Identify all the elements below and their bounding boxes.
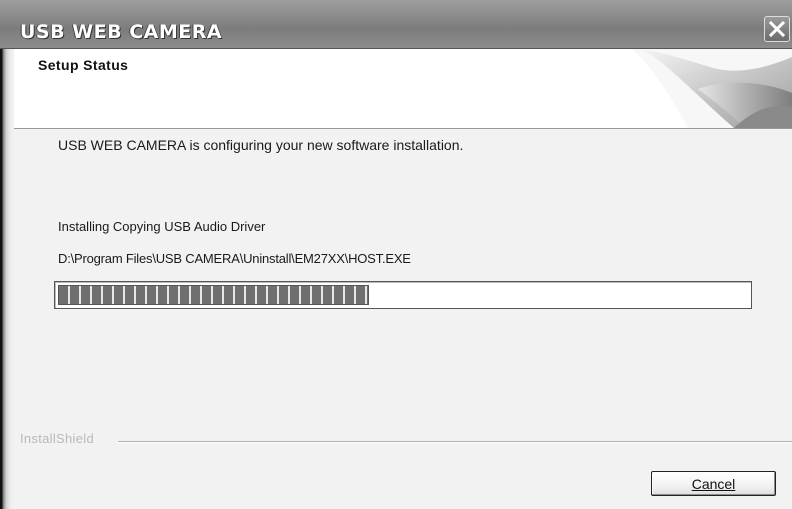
install-progress-bar	[54, 281, 752, 309]
close-button[interactable]	[764, 16, 790, 42]
installshield-brand-label: InstallShield	[20, 431, 94, 446]
header-decoration-graphic	[632, 49, 792, 128]
title-bar[interactable]: USB WEB CAMERA	[0, 0, 792, 49]
page-title: Setup Status	[38, 57, 129, 73]
install-file-path: D:\Program Files\USB CAMERA\Uninstall\EM…	[58, 251, 411, 266]
header-panel: Setup Status	[14, 49, 792, 129]
window-left-edge	[0, 0, 14, 509]
progress-fill	[58, 285, 369, 305]
cancel-button[interactable]: Cancel	[651, 471, 776, 496]
brand-divider-row: InstallShield	[14, 429, 792, 449]
close-icon	[769, 21, 785, 37]
intro-text: USB WEB CAMERA is configuring your new s…	[58, 137, 464, 153]
install-status-text: Installing Copying USB Audio Driver	[58, 219, 266, 234]
setup-dialog: USB WEB CAMERA Setup Status USB WEB CAME…	[0, 0, 792, 509]
cancel-button-label: Cancel	[691, 475, 736, 492]
brand-divider-line	[118, 441, 792, 443]
window-title: USB WEB CAMERA	[20, 21, 223, 43]
